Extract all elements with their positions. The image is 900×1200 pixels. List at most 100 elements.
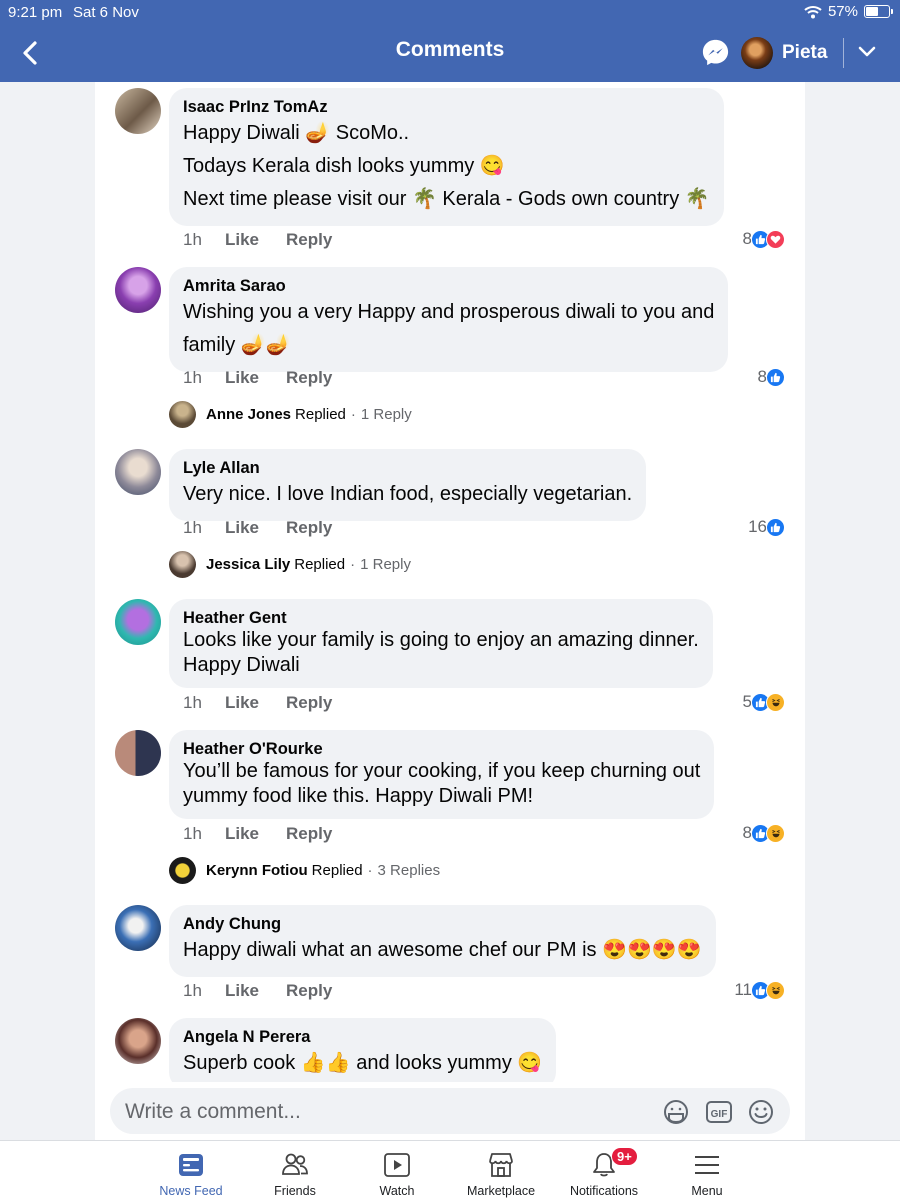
comment-text-line: Superb cook 👍👍 and looks yummy 😋 [183, 1052, 543, 1074]
comment-bubble: Isaac PrInz TomAz Happy Diwali 🪔 ScoMo..… [169, 88, 724, 226]
reply-button[interactable]: Reply [286, 230, 332, 250]
marketplace-icon [489, 1153, 513, 1177]
commenter-avatar[interactable] [115, 88, 161, 134]
chevron-down-icon[interactable] [857, 42, 877, 62]
tab-label: Watch [379, 1184, 415, 1198]
comment-text-line: You’ll be famous for your cooking, if yo… [183, 760, 701, 782]
status-right: 57% [804, 3, 893, 20]
like-button[interactable]: Like [225, 368, 286, 388]
profile-avatar[interactable] [741, 37, 773, 69]
comment-author[interactable]: Heather O'Rourke [183, 739, 700, 759]
emoji-icon[interactable] [747, 1098, 775, 1126]
tab-friends[interactable]: Friends [240, 1141, 350, 1200]
comment-bubble: Andy Chung Happy diwali what an awesome … [169, 905, 716, 977]
reply-button[interactable]: Reply [286, 368, 332, 388]
gif-icon[interactable]: GIF [705, 1098, 733, 1126]
tab-watch[interactable]: Watch [342, 1141, 452, 1200]
separator-dot: · [350, 406, 356, 423]
commenter-avatar[interactable] [115, 1018, 161, 1064]
tab-notifications[interactable]: 9+ Notifications [549, 1141, 659, 1200]
comment-bubble: Lyle Allan Very nice. I love Indian food… [169, 449, 647, 521]
reply-count: 1 Reply [360, 556, 411, 573]
status-date: Sat 6 Nov [73, 4, 139, 21]
comment-age: 1h [183, 981, 202, 1000]
reaction-summary[interactable]: 5 [743, 692, 785, 712]
commenter-avatar[interactable] [115, 449, 161, 495]
wifi-icon [804, 5, 822, 18]
reaction-summary[interactable]: 8 [743, 823, 785, 843]
comment-author[interactable]: Heather Gent [183, 608, 699, 628]
replied-label: Replied [311, 862, 363, 879]
reply-button[interactable]: Reply [286, 693, 332, 713]
comments-panel[interactable]: Isaac PrInz TomAz Happy Diwali 🪔 ScoMo..… [95, 82, 805, 1140]
comment-text-line: family 🪔🪔 [183, 334, 291, 356]
haha-reaction-icon [766, 823, 785, 843]
comment-age: 1h [183, 693, 202, 712]
sticker-icon[interactable] [662, 1098, 690, 1126]
tab-label: News Feed [159, 1184, 223, 1198]
profile-name[interactable]: Pieta [782, 42, 827, 64]
comment-author[interactable]: Angela N Perera [183, 1027, 542, 1047]
replier-name: Kerynn Fotiou [206, 862, 308, 879]
replied-label: Replied [294, 556, 346, 573]
comment-author[interactable]: Amrita Sarao [183, 276, 714, 296]
comment-age: 1h [183, 824, 202, 843]
reply-button[interactable]: Reply [286, 824, 332, 844]
friends-icon [282, 1153, 308, 1175]
commenter-avatar[interactable] [115, 599, 161, 645]
comment-text-line: Happy diwali what an awesome chef our PM… [183, 939, 702, 961]
like-button[interactable]: Like [225, 981, 286, 1001]
reply-button[interactable]: Reply [286, 981, 332, 1001]
status-bar: 9:21 pm Sat 6 Nov 57% [0, 0, 900, 24]
commenter-avatar[interactable] [115, 730, 161, 776]
replier-avatar [169, 551, 196, 578]
comment-text-line: Happy Diwali 🪔 ScoMo.. [183, 122, 410, 144]
replier-avatar [169, 857, 196, 884]
tab-label: Menu [691, 1184, 723, 1198]
tab-label: Marketplace [466, 1184, 536, 1198]
comment-actions: 1h Like Reply [183, 693, 332, 713]
reaction-summary[interactable]: 11 [734, 980, 785, 1000]
comment-composer: Write a comment... GIF [95, 1082, 805, 1140]
bottom-tab-bar: News Feed Friends Watch Marketplace 9+ N… [0, 1140, 900, 1200]
reply-button[interactable]: Reply [286, 518, 332, 538]
like-button[interactable]: Like [225, 518, 286, 538]
reaction-summary[interactable]: 16 [748, 517, 785, 537]
comment-text-line: Wishing you a very Happy and prosperous … [183, 301, 715, 323]
comment-input[interactable]: Write a comment... GIF [110, 1088, 790, 1134]
comment-actions: 1h Like Reply [183, 230, 332, 250]
comment-bubble: Amrita Sarao Wishing you a very Happy an… [169, 267, 729, 372]
watch-icon [384, 1153, 410, 1177]
comment-age: 1h [183, 368, 202, 387]
tab-menu[interactable]: Menu [652, 1141, 762, 1200]
replies-link[interactable]: Jessica Lily Replied · 1 Reply [169, 551, 411, 578]
replies-link[interactable]: Kerynn Fotiou Replied · 3 Replies [169, 857, 440, 884]
like-button[interactable]: Like [225, 230, 286, 250]
comment-author[interactable]: Andy Chung [183, 914, 702, 934]
love-reaction-icon [766, 229, 785, 249]
like-button[interactable]: Like [225, 693, 286, 713]
comment-age: 1h [183, 518, 202, 537]
commenter-avatar[interactable] [115, 905, 161, 951]
tab-news-feed[interactable]: News Feed [136, 1141, 246, 1200]
commenter-avatar[interactable] [115, 267, 161, 313]
messenger-icon[interactable] [700, 37, 731, 68]
top-bar: 9:21 pm Sat 6 Nov 57% Comments Pieta [0, 0, 900, 82]
comment-input-placeholder: Write a comment... [125, 1100, 301, 1123]
tab-marketplace[interactable]: Marketplace [446, 1141, 556, 1200]
comment-author[interactable]: Isaac PrInz TomAz [183, 97, 710, 117]
comment-text-line: yummy food like this. Happy Diwali PM! [183, 785, 534, 807]
battery-percent: 57% [827, 3, 858, 20]
comment-bubble: Heather Gent Looks like your family is g… [169, 599, 713, 688]
comment-text-line: Todays Kerala dish looks yummy 😋 [183, 155, 505, 177]
svg-text:GIF: GIF [711, 1109, 728, 1120]
reaction-summary[interactable]: 8 [758, 367, 785, 387]
like-button[interactable]: Like [225, 824, 286, 844]
haha-reaction-icon [766, 692, 785, 712]
comment-author[interactable]: Lyle Allan [183, 458, 632, 478]
replies-link[interactable]: Anne Jones Replied · 1 Reply [169, 401, 412, 428]
comment-text-line: Very nice. I love Indian food, especiall… [183, 483, 633, 505]
like-reaction-icon [766, 367, 785, 387]
notification-badge: 9+ [611, 1147, 638, 1166]
reaction-summary[interactable]: 8 [743, 229, 785, 249]
